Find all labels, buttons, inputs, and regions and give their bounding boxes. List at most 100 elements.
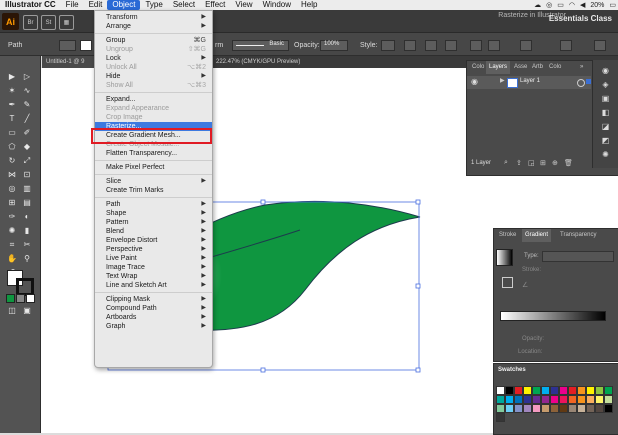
color-swatch[interactable]	[532, 386, 541, 395]
export-selection-icon[interactable]: ⇪	[516, 159, 522, 167]
color-swatch[interactable]	[523, 386, 532, 395]
menu-item-arrange[interactable]: Arrange ▶	[95, 22, 212, 31]
panel-collapse-icon[interactable]: »	[580, 64, 583, 70]
menu-separator	[95, 92, 212, 93]
expand-layer-icon[interactable]: ▶	[500, 77, 505, 84]
color-swatch[interactable]	[541, 395, 550, 404]
brushes-icon[interactable]: ◩	[600, 136, 611, 146]
color-swatch[interactable]	[532, 395, 541, 404]
menu-item-perspective[interactable]: Perspective ▶	[95, 245, 212, 254]
color-swatch[interactable]	[568, 386, 577, 395]
layer-name[interactable]: Layer 1	[520, 78, 540, 84]
menu-item-compound-path[interactable]: Compound Path ▶	[95, 304, 212, 313]
color-swatch[interactable]	[532, 404, 541, 413]
menu-item-group[interactable]: Group ⌘G	[95, 36, 212, 45]
color-theme-icon[interactable]: ✺	[600, 150, 611, 160]
menu-item-envelope-distort[interactable]: Envelope Distort ▶	[95, 236, 212, 245]
color-swatch[interactable]	[496, 404, 505, 413]
color-swatch[interactable]	[550, 404, 559, 413]
menu-item-text-wrap[interactable]: Text Wrap ▶	[95, 272, 212, 281]
color-swatch[interactable]	[541, 404, 550, 413]
color-swatch[interactable]	[523, 404, 532, 413]
menu-item-label: Group	[106, 37, 126, 44]
color-swatch[interactable]	[604, 404, 613, 413]
menu-item-blend[interactable]: Blend ▶	[95, 227, 212, 236]
menu-item-transform[interactable]: Transform ▶	[95, 13, 212, 22]
submenu-arrow-icon: ▶	[201, 323, 206, 329]
color-swatch[interactable]	[514, 386, 523, 395]
color-swatch[interactable]	[496, 395, 505, 404]
symbols-icon[interactable]: ◪	[600, 122, 611, 132]
color-swatch[interactable]	[514, 395, 523, 404]
locate-object-icon[interactable]: ⌕	[504, 159, 508, 167]
menu-item-path[interactable]: Path ▶	[95, 200, 212, 209]
gradient-preview-swatch[interactable]	[496, 249, 513, 266]
color-swatch[interactable]	[550, 395, 559, 404]
menu-item-graph[interactable]: Graph ▶	[95, 322, 212, 331]
color-swatch[interactable]	[595, 395, 604, 404]
tab-transparency[interactable]: Transparency	[557, 229, 599, 242]
tab-gradient[interactable]: Gradient	[522, 229, 552, 242]
libraries-icon[interactable]: ▣	[600, 94, 611, 104]
tab-asset-export[interactable]: Asse	[511, 61, 530, 74]
color-swatch[interactable]	[577, 404, 586, 413]
menu-item-clipping-mask[interactable]: Clipping Mask ▶	[95, 295, 212, 304]
tab-color-guide[interactable]: Colo	[546, 61, 564, 74]
color-swatch[interactable]	[505, 395, 514, 404]
color-swatch[interactable]	[595, 404, 604, 413]
color-swatch[interactable]	[559, 404, 568, 413]
tab-stroke[interactable]: Stroke	[496, 229, 519, 242]
clipping-mask-icon[interactable]: ◲	[528, 159, 535, 167]
color-swatch[interactable]	[496, 386, 505, 395]
color-swatch[interactable]	[559, 395, 568, 404]
tab-color[interactable]: Colo	[469, 61, 487, 74]
menu-item-image-trace[interactable]: Image Trace ▶	[95, 263, 212, 272]
new-layer-icon[interactable]: ⊕	[552, 159, 558, 167]
menu-item-artboards[interactable]: Artboards ▶	[95, 313, 212, 322]
menu-item-flatten-transparency[interactable]: Flatten Transparency...	[95, 149, 212, 158]
tab-layers[interactable]: Layers	[486, 61, 511, 74]
menu-item-make-pixel-perfect[interactable]: Make Pixel Perfect	[95, 163, 212, 172]
properties-icon[interactable]: ◧	[600, 108, 611, 118]
menu-item-hide[interactable]: Hide ▶	[95, 72, 212, 81]
submenu-arrow-icon: ▶	[201, 14, 206, 20]
color-swatch[interactable]	[586, 395, 595, 404]
color-swatch[interactable]	[586, 404, 595, 413]
delete-layer-icon[interactable]: 🗑	[564, 159, 573, 167]
color-swatch[interactable]	[559, 386, 568, 395]
color-swatch[interactable]	[577, 386, 586, 395]
gradient-type-dropdown[interactable]	[542, 251, 614, 262]
color-swatch[interactable]	[505, 386, 514, 395]
menu-item-create-trim-marks[interactable]: Create Trim Marks	[95, 186, 212, 195]
color-swatch[interactable]	[595, 386, 604, 395]
color-swatch[interactable]	[577, 395, 586, 404]
layers-icon[interactable]: ◈	[600, 80, 611, 90]
menu-item-line-and-sketch-art[interactable]: Line and Sketch Art ▶	[95, 281, 212, 290]
new-sublayer-icon[interactable]: ⊞	[540, 159, 546, 167]
color-swatch[interactable]	[505, 404, 514, 413]
layer-row[interactable]: ◉ ▶ Layer 1	[467, 76, 591, 89]
color-swatch[interactable]	[514, 404, 523, 413]
gradient-slider[interactable]	[500, 311, 606, 321]
color-swatch[interactable]	[541, 386, 550, 395]
gradient-panel: Stroke Gradient Transparency Type: Strok…	[493, 228, 618, 362]
color-swatch[interactable]	[568, 404, 577, 413]
menu-item-pattern[interactable]: Pattern ▶	[95, 218, 212, 227]
menu-item-live-paint[interactable]: Live Paint ▶	[95, 254, 212, 263]
color-swatch[interactable]	[568, 395, 577, 404]
tab-artboards[interactable]: Artb	[529, 61, 546, 74]
visibility-eye-icon[interactable]: ◉	[471, 77, 478, 86]
color-swatch[interactable]	[604, 395, 613, 404]
menu-item-slice[interactable]: Slice ▶	[95, 177, 212, 186]
menu-item-shape[interactable]: Shape ▶	[95, 209, 212, 218]
color-swatch[interactable]	[496, 413, 505, 422]
menu-item-expand[interactable]: Expand...	[95, 95, 212, 104]
color-swatch[interactable]	[586, 386, 595, 395]
layer-target-icon[interactable]	[577, 79, 585, 87]
appearance-icon[interactable]: ◉	[600, 66, 611, 76]
fill-stroke-toggle[interactable]	[502, 277, 513, 288]
color-swatch[interactable]	[604, 386, 613, 395]
color-swatch[interactable]	[523, 395, 532, 404]
color-swatch[interactable]	[550, 386, 559, 395]
menu-item-lock[interactable]: Lock ▶	[95, 54, 212, 63]
